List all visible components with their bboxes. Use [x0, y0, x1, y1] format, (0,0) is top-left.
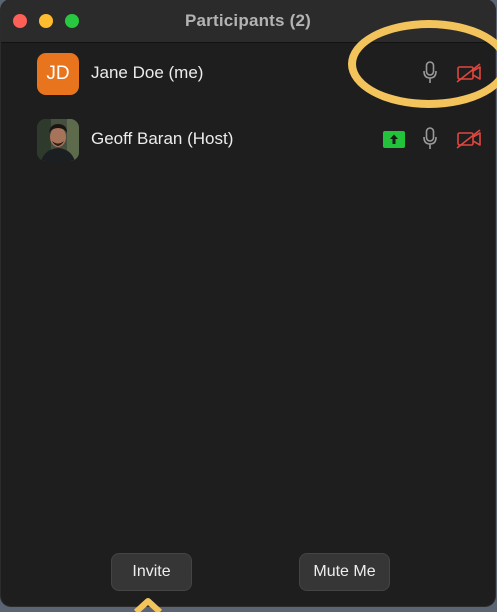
participant-photo: [37, 119, 79, 161]
avatar-initials: JD: [46, 63, 70, 84]
arrow-annotation-icon: [133, 598, 163, 612]
highlight-circle-annotation: [348, 20, 497, 108]
microphone-icon[interactable]: [422, 127, 438, 151]
participant-name: Jane Doe (me): [91, 63, 204, 82]
avatar: JD: [37, 53, 79, 95]
mute-me-button[interactable]: Mute Me: [299, 553, 390, 591]
avatar: [37, 119, 79, 161]
participant-name: Geoff Baran (Host): [91, 129, 234, 148]
invite-button[interactable]: Invite: [111, 553, 192, 591]
participant-row[interactable]: Geoff Baran (Host): [1, 112, 495, 168]
share-screen-icon[interactable]: [383, 131, 405, 148]
video-off-icon[interactable]: [456, 129, 482, 149]
